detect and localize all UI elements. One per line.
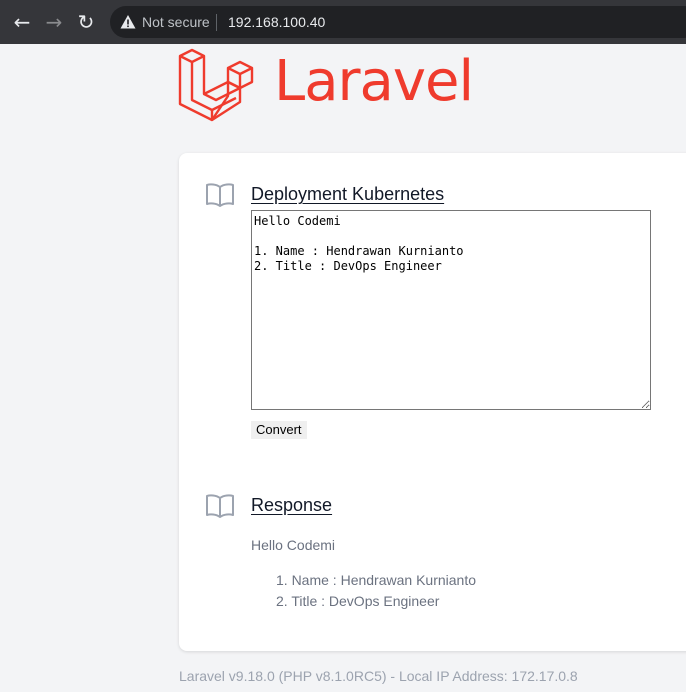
- response-list-item: 2. Title : DevOps Engineer: [276, 593, 440, 609]
- forward-arrow-icon[interactable]: →: [44, 12, 64, 32]
- response-list-item: 1. Name : Hendrawan Kurnianto: [276, 572, 476, 588]
- url-text[interactable]: 192.168.100.40: [228, 14, 325, 30]
- message-textarea[interactable]: Hello Codemi 1. Name : Hendrawan Kurnian…: [251, 210, 651, 410]
- browser-toolbar: ← → ↻ Not secure 192.168.100.40: [0, 0, 686, 44]
- warning-icon[interactable]: [120, 14, 136, 30]
- omnibox-divider: [216, 14, 217, 31]
- response-greeting: Hello Codemi: [251, 537, 336, 553]
- form-title[interactable]: Deployment Kubernetes: [251, 184, 444, 205]
- book-icon: [206, 494, 234, 518]
- response-title[interactable]: Response: [251, 495, 332, 516]
- laravel-logo-icon: [178, 48, 254, 122]
- back-arrow-icon[interactable]: ←: [12, 12, 32, 32]
- security-label[interactable]: Not secure: [142, 14, 210, 30]
- book-icon: [206, 183, 234, 207]
- footer-version-info: Laravel v9.18.0 (PHP v8.1.0RC5) - Local …: [179, 668, 578, 684]
- convert-button[interactable]: Convert: [251, 421, 307, 439]
- address-bar[interactable]: Not secure 192.168.100.40: [110, 6, 686, 38]
- reload-icon[interactable]: ↻: [76, 12, 96, 32]
- laravel-wordmark: Laravel: [274, 49, 474, 114]
